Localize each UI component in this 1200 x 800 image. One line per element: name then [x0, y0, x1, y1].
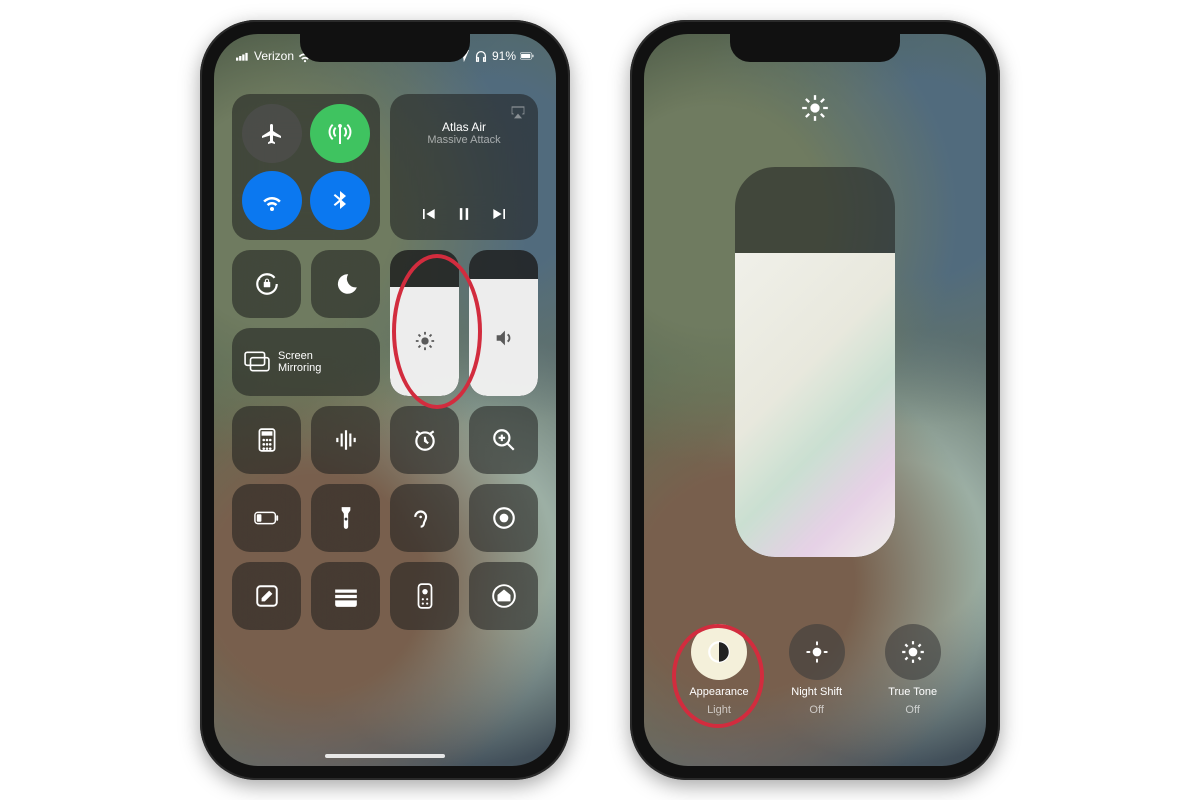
home-indicator[interactable] [325, 754, 445, 758]
option-value: Off [809, 704, 823, 716]
option-label: Appearance [689, 686, 748, 698]
calculator-button[interactable] [232, 406, 301, 474]
volume-slider[interactable] [469, 250, 538, 396]
flashlight-button[interactable] [311, 484, 380, 552]
previous-track-button[interactable] [418, 204, 438, 224]
brightness-expanded-view: Appearance Light Night Shift Off True To… [644, 34, 986, 766]
magnifier-button[interactable] [469, 406, 538, 474]
airplane-icon [260, 122, 284, 146]
hearing-button[interactable] [390, 484, 459, 552]
appearance-toggle[interactable]: Appearance Light [689, 624, 748, 716]
do-not-disturb-toggle[interactable] [311, 250, 380, 318]
orientation-lock-toggle[interactable] [232, 250, 301, 318]
compose-icon [254, 583, 280, 609]
screen-mirroring-icon [244, 349, 270, 375]
wifi-icon [260, 189, 284, 213]
low-power-mode-toggle[interactable] [232, 484, 301, 552]
waveform-icon [333, 427, 359, 453]
screen: Verizon 91% [214, 34, 556, 766]
voice-memos-button[interactable] [311, 406, 380, 474]
screen-mirroring-button[interactable]: Screen Mirroring [232, 328, 380, 396]
option-label: Night Shift [791, 686, 842, 698]
airplane-mode-toggle[interactable] [242, 104, 302, 163]
volume-icon [493, 327, 515, 349]
bluetooth-toggle[interactable] [310, 171, 370, 230]
wifi-toggle[interactable] [242, 171, 302, 230]
cellular-signal-icon [236, 49, 250, 63]
phone-brightness-expanded: Appearance Light Night Shift Off True To… [630, 20, 1000, 780]
wallet-icon [333, 583, 359, 609]
true-tone-icon [900, 639, 926, 665]
night-shift-toggle[interactable]: Night Shift Off [789, 624, 845, 716]
alarm-button[interactable] [390, 406, 459, 474]
battery-low-icon [254, 505, 280, 531]
battery-icon [520, 49, 534, 63]
home-button[interactable] [469, 562, 538, 630]
remote-icon [412, 583, 438, 609]
cellular-antenna-icon [328, 122, 352, 146]
connectivity-module[interactable] [232, 94, 380, 240]
headphones-icon [474, 49, 488, 63]
option-value: Off [905, 704, 919, 716]
calculator-icon [254, 427, 280, 453]
magnifier-icon [491, 427, 517, 453]
option-value: Light [707, 704, 731, 716]
true-tone-toggle[interactable]: True Tone Off [885, 624, 941, 716]
battery-percent: 91% [492, 49, 516, 63]
ear-icon [412, 505, 438, 531]
option-label: True Tone [888, 686, 937, 698]
notes-button[interactable] [232, 562, 301, 630]
phone-control-center: Verizon 91% [200, 20, 570, 780]
airplay-icon[interactable] [510, 104, 526, 120]
brightness-header-icon [801, 94, 829, 127]
media-module[interactable]: Atlas Air Massive Attack [390, 94, 538, 240]
orientation-lock-icon [254, 271, 280, 297]
screen-recording-button[interactable] [469, 484, 538, 552]
apple-tv-remote-button[interactable] [390, 562, 459, 630]
carrier-label: Verizon [254, 49, 294, 63]
screen-mirroring-label-1: Screen [278, 350, 321, 362]
brightness-options: Appearance Light Night Shift Off True To… [689, 624, 940, 716]
flashlight-icon [333, 505, 359, 531]
media-title: Atlas Air [442, 120, 486, 134]
cellular-data-toggle[interactable] [310, 104, 370, 163]
alarm-clock-icon [412, 427, 438, 453]
next-track-button[interactable] [490, 204, 510, 224]
record-icon [491, 505, 517, 531]
screen: Appearance Light Night Shift Off True To… [644, 34, 986, 766]
notch [300, 34, 470, 62]
wallet-button[interactable] [311, 562, 380, 630]
notch [730, 34, 900, 62]
night-shift-icon [804, 639, 830, 665]
brightness-slider-large[interactable] [735, 167, 895, 557]
play-pause-button[interactable] [454, 204, 474, 224]
screen-mirroring-label-2: Mirroring [278, 362, 321, 374]
brightness-icon [414, 330, 436, 352]
media-artist: Massive Attack [427, 134, 500, 146]
moon-icon [333, 271, 359, 297]
home-icon [491, 583, 517, 609]
control-center: Atlas Air Massive Attack [232, 94, 538, 630]
bluetooth-icon [328, 189, 352, 213]
brightness-slider[interactable] [390, 250, 459, 396]
appearance-icon [706, 639, 732, 665]
